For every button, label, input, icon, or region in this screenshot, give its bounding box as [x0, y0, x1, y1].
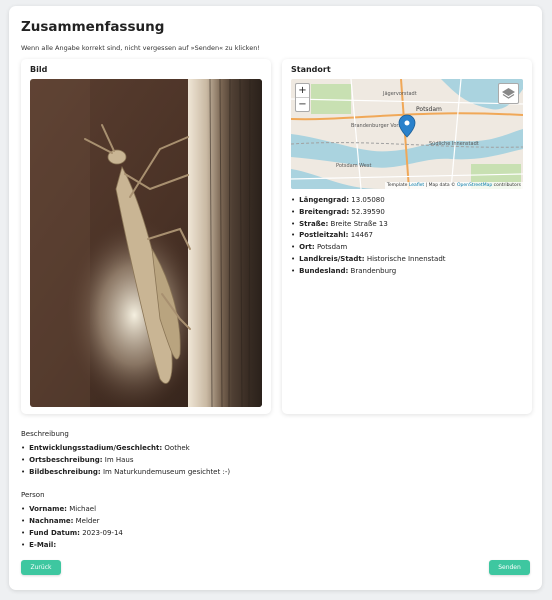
map-label-potsdam: Potsdam [416, 106, 442, 113]
mantis-photo-illustration [30, 79, 262, 407]
map-tiles: Jägervorstadt Potsdam Brandenburger Vors… [291, 79, 523, 189]
specimen-photo [30, 79, 262, 407]
location-map[interactable]: Jägervorstadt Potsdam Brandenburger Vors… [291, 79, 523, 189]
page-subtitle: Wenn alle Angabe korrekt sind, nicht ver… [21, 44, 260, 52]
list-item: Straße: Breite Straße 13 [291, 219, 446, 231]
location-card-title: Standort [291, 65, 331, 74]
map-layers-button[interactable] [498, 83, 519, 104]
list-item: Entwicklungsstadium/Geschlecht: Oothek [21, 442, 230, 454]
map-label-suedliche-innenstadt: Südliche Innenstadt [429, 141, 479, 147]
list-item: Fund Datum: 2023-09-14 [21, 527, 123, 539]
zoom-out-button[interactable]: − [296, 98, 309, 111]
person-title: Person [21, 491, 45, 499]
description-list: Entwicklungsstadium/Geschlecht: Oothek O… [21, 442, 230, 478]
list-item: Nachname: Melder [21, 515, 123, 527]
list-item: Breitengrad: 52.39590 [291, 207, 446, 219]
map-attribution: Template Leaflet | Map data © OpenStreet… [384, 182, 523, 189]
location-details: Längengrad: 13.05080 Breitengrad: 52.395… [291, 195, 446, 278]
layers-icon [502, 88, 515, 99]
list-item: E-Mail: [21, 539, 123, 551]
send-button[interactable]: Senden [489, 560, 530, 575]
location-card: Standort Jägervorstadt Potsdam Brandenbu… [282, 59, 532, 414]
zoom-in-button[interactable]: + [296, 84, 309, 98]
map-label-jaegervorstadt: Jägervorstadt [382, 91, 417, 97]
list-item: Längengrad: 13.05080 [291, 195, 446, 207]
list-item: Ort: Potsdam [291, 242, 446, 254]
summary-panel: Zusammenfassung Wenn alle Angabe korrekt… [9, 6, 542, 590]
osm-link[interactable]: OpenStreetMap [457, 183, 492, 188]
list-item: Vorname: Michael [21, 503, 123, 515]
back-button[interactable]: Zurück [21, 560, 61, 575]
list-item: Bundesland: Brandenburg [291, 266, 446, 278]
image-card: Bild [21, 59, 271, 414]
map-zoom-control: + − [295, 83, 310, 112]
leaflet-link[interactable]: Leaflet [409, 183, 424, 188]
map-label-potsdam-west: Potsdam West [336, 163, 371, 169]
list-item: Ortsbeschreibung: Im Haus [21, 454, 230, 466]
list-item: Postleitzahl: 14467 [291, 230, 446, 242]
image-card-title: Bild [30, 65, 48, 74]
person-list: Vorname: Michael Nachname: Melder Fund D… [21, 503, 123, 551]
list-item: Bildbeschreibung: Im Naturkundemuseum ge… [21, 466, 230, 478]
list-item: Landkreis/Stadt: Historische Innenstadt [291, 254, 445, 266]
page-title: Zusammenfassung [21, 19, 165, 35]
description-title: Beschreibung [21, 430, 69, 438]
